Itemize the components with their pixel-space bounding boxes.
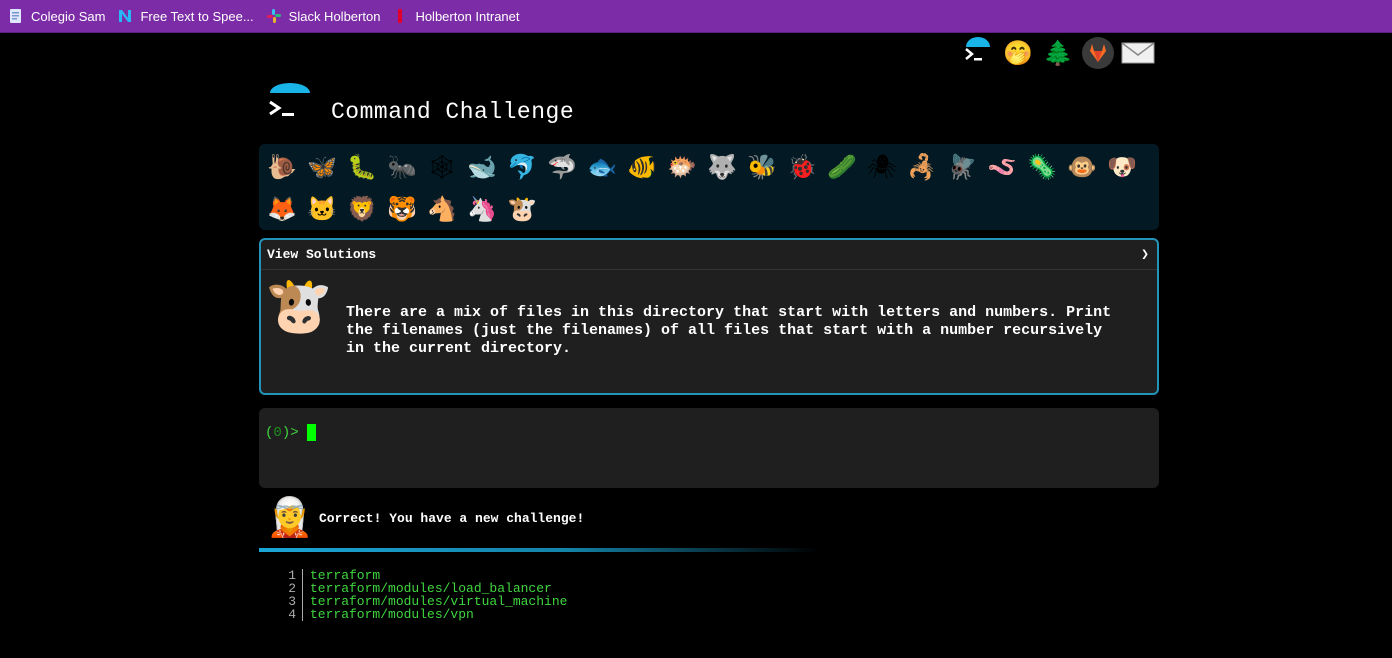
cow-icon: 🐮 [265,276,333,336]
mail-icon[interactable] [1118,36,1158,70]
result-divider [259,548,819,552]
whale-icon[interactable]: 🐋 [462,146,502,188]
dog-icon[interactable]: 🐶 [1102,146,1142,188]
lion-icon[interactable]: 🦁 [342,188,382,230]
terminal-cursor [307,424,316,441]
ant-icon[interactable]: 🐜 [382,146,422,188]
gitlab-icon[interactable] [1078,36,1118,70]
elf-icon: 🧝 [266,497,314,539]
tree-glyph: 🌲 [1043,39,1073,67]
site-logo-icon[interactable] [264,82,316,128]
face-hand-glyph: 🤭 [1003,39,1033,67]
prompt-count: 0 [273,425,282,441]
view-solutions-toggle[interactable]: View Solutions ❯ [261,240,1157,270]
ladybug-icon[interactable]: 🐞 [782,146,822,188]
page-title: Command Challenge [331,99,575,125]
result-message: Correct! You have a new challenge! [319,511,585,526]
cat-icon[interactable]: 🐱 [302,188,342,230]
microbe-icon[interactable]: 🦠 [1022,146,1062,188]
document-icon [8,8,24,24]
tiger-icon[interactable]: 🐯 [382,188,422,230]
terminal-prompt: (0)> [265,425,299,441]
chevron-right-icon: ❯ [1141,247,1149,262]
bookmark-holberton-intranet[interactable]: Holberton Intranet [388,4,527,28]
monkey-icon[interactable]: 🐵 [1062,146,1102,188]
dolphin-icon[interactable]: 🐬 [502,146,542,188]
top-nav-icons: 🤭 🌲 [958,36,1158,70]
bookmark-label: Colegio Sam [31,8,106,24]
bookmark-text-to-speech[interactable]: Free Text to Spee... [113,4,261,28]
output-line: 4 terraform/modules/vpn [280,608,567,621]
fish-icon[interactable]: 🐟 [582,146,622,188]
command-output: 1 terraform 2 terraform/modules/load_balan… [280,569,567,621]
view-solutions-label: View Solutions [267,247,377,262]
shark-icon[interactable]: 🦈 [542,146,582,188]
bookmark-label: Holberton Intranet [415,8,520,24]
tree-icon[interactable]: 🌲 [1038,36,1078,70]
snail-icon[interactable]: 🐌 [262,146,302,188]
terminal-input[interactable]: (0)> [259,408,1159,488]
terminal-icon[interactable] [958,36,998,70]
slack-icon [266,8,282,24]
face-hand-icon[interactable]: 🤭 [998,36,1038,70]
spider-icon[interactable]: 🕷 [862,146,902,188]
caterpillar-icon[interactable]: 🐛 [342,146,382,188]
bookmark-label: Slack Holberton [288,8,381,24]
horse-icon[interactable]: 🐴 [422,188,462,230]
bookmark-label: Free Text to Spee... [140,8,254,24]
tropical-fish-icon[interactable]: 🐠 [622,146,662,188]
prompt-close: )> [281,425,299,441]
worm-icon[interactable]: 🪱 [982,146,1022,188]
line-text: terraform/modules/vpn [310,607,474,622]
challenge-description: There are a mix of files in this directo… [346,304,1112,357]
fox-icon[interactable]: 🦊 [262,188,302,230]
bookmark-colegio-sam[interactable]: Colegio Sam [4,4,113,28]
n-logo-icon [117,8,133,24]
challenge-animal-list: 🐌 🦋 🐛 🐜 🕸 🐋 🐬 🦈 🐟 🐠 🐡 🐺 🐝 🐞 🥒 🕷 🦂 🪰 🪱 🦠 🐵 🐶 🦊 🐱 🦁 🐯 🐴 🦄 🐮 [259,144,1159,230]
fly-icon[interactable]: 🪰 [942,146,982,188]
bee-icon[interactable]: 🐝 [742,146,782,188]
cucumber-icon[interactable]: 🥒 [822,146,862,188]
bookmark-slack-holberton[interactable]: Slack Holberton [262,4,389,28]
wolf-icon[interactable]: 🐺 [702,146,742,188]
blowfish-icon[interactable]: 🐡 [662,146,702,188]
scorpion-icon[interactable]: 🦂 [902,146,942,188]
holberton-icon [392,8,408,24]
cow-icon[interactable]: 🐮 [502,188,542,230]
unicorn-icon[interactable]: 🦄 [462,188,502,230]
bookmarks-bar: Colegio Sam Free Text to Spee... Slack H… [0,0,1392,33]
line-number: 4 [280,608,303,621]
butterfly-icon[interactable]: 🦋 [302,146,342,188]
challenge-panel: View Solutions ❯ 🐮 There are a mix of fi… [259,238,1159,395]
spider-web-icon[interactable]: 🕸 [422,146,462,188]
